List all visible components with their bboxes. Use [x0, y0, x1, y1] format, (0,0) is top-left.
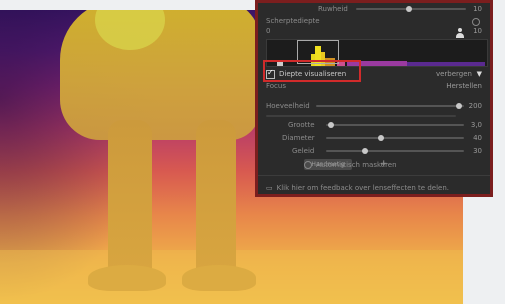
intensity-label: Hoeveelheid	[266, 102, 310, 110]
auto-mask-row: Automatisch maskeren	[266, 160, 482, 170]
chat-icon: ▭	[266, 184, 273, 192]
top-slider-knob[interactable]	[406, 6, 412, 12]
visualize-highlight	[263, 60, 361, 82]
size-slider[interactable]	[326, 122, 464, 128]
top-slider-track[interactable]	[356, 6, 466, 12]
diameter-knob[interactable]	[378, 135, 384, 141]
diameter-label: Diameter	[282, 134, 315, 142]
top-partial-row: Ruwheid 10	[266, 4, 482, 14]
diameter-row: Diameter 40	[266, 133, 482, 143]
top-partial-value: 10	[473, 5, 482, 13]
sharpness-max: 10	[473, 27, 482, 35]
sharpness-row: Scherptediepte	[266, 16, 482, 38]
lens-blur-panel: Ruwheid 10 Scherptediepte 0 10 Diepte vi…	[255, 0, 493, 197]
gradient-value: 30	[473, 147, 482, 155]
cat-paw	[182, 265, 256, 291]
diameter-value: 40	[473, 134, 482, 142]
auto-mask-checkbox[interactable]	[304, 161, 312, 169]
chevron-down-icon[interactable]: ▼	[477, 70, 482, 78]
gradient-slider[interactable]	[326, 148, 464, 154]
sharpness-min: 0	[266, 27, 271, 35]
sharpness-range-row: 0 10	[266, 26, 482, 36]
intensity-value: 200	[468, 102, 482, 110]
cat-leg	[196, 120, 236, 285]
divider	[258, 175, 490, 176]
gradient-knob[interactable]	[362, 148, 368, 154]
hide-label[interactable]: verbergen	[436, 70, 472, 78]
cat-paw	[88, 265, 166, 291]
sharpness-label: Scherptediepte	[266, 17, 320, 25]
intensity-track[interactable]	[266, 115, 456, 117]
top-partial-label: Ruwheid	[318, 5, 348, 13]
intensity-slider[interactable]	[316, 103, 464, 109]
feedback-link[interactable]: Klik hier om feedback over lenseffecten …	[277, 184, 449, 192]
focus-label: Focus	[266, 82, 286, 90]
intensity-row: Hoeveelheid 200	[266, 101, 482, 117]
focus-row: Focus Handmatig + Herstellen	[266, 81, 482, 170]
toggle-icon[interactable]	[472, 18, 480, 26]
size-knob[interactable]	[328, 122, 334, 128]
intensity-knob[interactable]	[456, 103, 462, 109]
diameter-slider[interactable]	[326, 135, 464, 141]
auto-mask-label[interactable]: Automatisch maskeren	[316, 161, 397, 169]
gradient-row: Geleid 30	[266, 146, 482, 156]
size-label: Grootte	[288, 121, 315, 129]
reset-button[interactable]: Herstellen	[446, 82, 482, 90]
size-value: 3,0	[470, 121, 482, 129]
cat-leg	[108, 120, 152, 285]
gradient-label: Geleid	[292, 147, 315, 155]
feedback-row: ▭ Klik hier om feedback over lenseffecte…	[266, 183, 482, 193]
size-row: Grootte 3,0	[266, 120, 482, 130]
